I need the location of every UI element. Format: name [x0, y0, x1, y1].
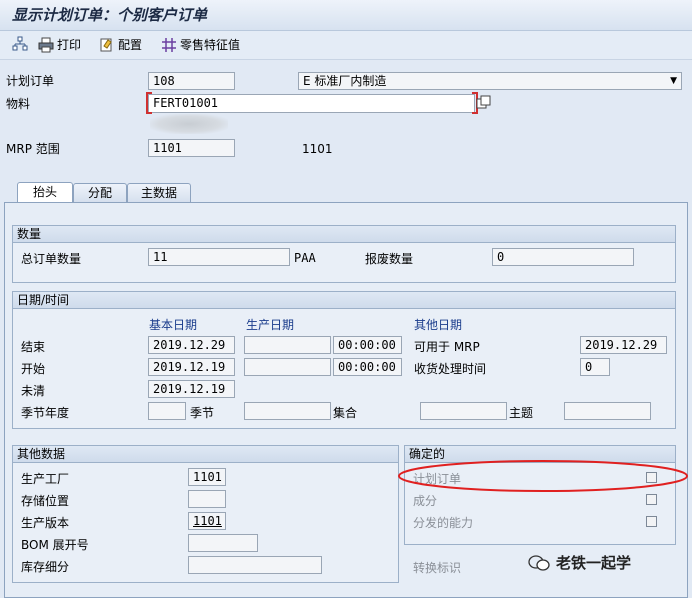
highlight-ellipse: [398, 460, 688, 492]
grid-icon: [162, 37, 176, 52]
collection-field[interactable]: [420, 402, 507, 420]
start-date-label: 开始: [21, 362, 46, 376]
end-date-label: 结束: [21, 340, 46, 354]
end-date-field[interactable]: 2019.12.29: [148, 336, 235, 354]
basic-dates-header: 基本日期: [149, 318, 198, 332]
mrp-available-field[interactable]: 2019.12.29: [580, 336, 667, 354]
zero-sale-label: 零售特征值: [180, 38, 241, 52]
required-marker-left: [146, 92, 152, 114]
stock-segment-field[interactable]: [188, 556, 322, 574]
copy-icon[interactable]: [476, 95, 492, 111]
storage-location-field[interactable]: [188, 490, 226, 508]
quantity-unit: PAA: [294, 251, 316, 265]
bom-explosion-field[interactable]: [188, 534, 258, 552]
mrp-area-description: 1101: [302, 142, 333, 156]
conversion-indicator-label: 转换标识: [413, 561, 462, 575]
gr-processing-time-label: 收货处理时间: [414, 362, 487, 376]
collection-label: 集合: [333, 406, 358, 420]
stock-segment-label: 库存细分: [21, 560, 70, 574]
hierarchy-button[interactable]: [12, 36, 28, 52]
firmed-components-checkbox[interactable]: [646, 494, 657, 505]
production-dates-header: 生产日期: [246, 318, 295, 332]
config-button[interactable]: 配置: [99, 36, 142, 53]
season-field[interactable]: [244, 402, 331, 420]
season-label: 季节: [190, 406, 215, 420]
other-data-group-title: 其他数据: [13, 446, 398, 463]
production-end-time-field[interactable]: 00:00:00: [333, 336, 402, 354]
wechat-icon: [528, 554, 550, 571]
tab-header[interactable]: 抬头: [17, 182, 73, 202]
print-button[interactable]: 打印: [38, 36, 81, 53]
material-label: 物料: [6, 97, 31, 111]
production-version-field[interactable]: 1101: [188, 512, 226, 530]
scrap-quantity-label: 报废数量: [365, 252, 414, 266]
firmed-capacity-label: 分发的能力: [413, 516, 474, 530]
mrp-area-field[interactable]: 1101: [148, 139, 235, 157]
tab-master-data[interactable]: 主数据: [127, 183, 191, 202]
open-date-field[interactable]: 2019.12.19: [148, 380, 235, 398]
other-dates-header: 其他日期: [414, 318, 463, 332]
mrp-available-label: 可用于 MRP: [414, 340, 480, 354]
production-plant-field[interactable]: 1101: [188, 468, 226, 486]
zero-sale-characteristics-button[interactable]: 零售特征值: [161, 36, 240, 53]
production-plant-label: 生产工厂: [21, 472, 70, 486]
config-icon: [100, 38, 112, 51]
hierarchy-icon: [12, 36, 28, 51]
blurred-description: [150, 114, 228, 134]
tab-assignment[interactable]: 分配: [73, 183, 127, 202]
order-type-dropdown[interactable]: E 标准厂内制造 ▼: [298, 72, 682, 90]
print-label: 打印: [57, 38, 82, 52]
season-year-field[interactable]: [148, 402, 186, 420]
watermark: 老铁一起学: [528, 552, 631, 573]
theme-field[interactable]: [564, 402, 651, 420]
production-version-label: 生产版本: [21, 516, 70, 530]
scrap-quantity-field[interactable]: 0: [492, 248, 634, 266]
storage-location-label: 存储位置: [21, 494, 70, 508]
firmed-capacity-checkbox[interactable]: [646, 516, 657, 527]
gr-processing-time-field[interactable]: 0: [580, 358, 610, 376]
theme-label: 主题: [509, 406, 534, 420]
production-end-date-field[interactable]: [244, 336, 331, 354]
dates-group-title: 日期/时间: [13, 292, 675, 309]
season-year-label: 季节年度: [21, 406, 70, 420]
watermark-text: 老铁一起学: [556, 554, 632, 572]
title-bar: 显示计划订单：个别客户订单: [0, 0, 692, 31]
order-type-value: E 标准厂内制造: [303, 74, 387, 88]
plan-order-label: 计划订单: [6, 74, 55, 88]
window-title: 显示计划订单：个别客户订单: [12, 6, 208, 24]
material-field[interactable]: FERT01001: [148, 94, 475, 113]
start-date-field[interactable]: 2019.12.19: [148, 358, 235, 376]
production-start-date-field[interactable]: [244, 358, 331, 376]
quantity-group-title: 数量: [13, 226, 675, 243]
config-label: 配置: [118, 38, 143, 52]
open-date-label: 未清: [21, 384, 46, 398]
mrp-area-label: MRP 范围: [6, 142, 60, 156]
total-quantity-field[interactable]: 11: [148, 248, 290, 266]
firmed-components-label: 成分: [413, 494, 438, 508]
printer-icon: [38, 37, 54, 52]
application-toolbar: 打印 配置 零售特征值: [0, 31, 692, 60]
plan-order-field[interactable]: 108: [148, 72, 235, 90]
production-start-time-field[interactable]: 00:00:00: [333, 358, 402, 376]
chevron-down-icon: ▼: [670, 76, 677, 86]
bom-explosion-label: BOM 展开号: [21, 538, 89, 552]
total-quantity-label: 总订单数量: [21, 252, 82, 266]
